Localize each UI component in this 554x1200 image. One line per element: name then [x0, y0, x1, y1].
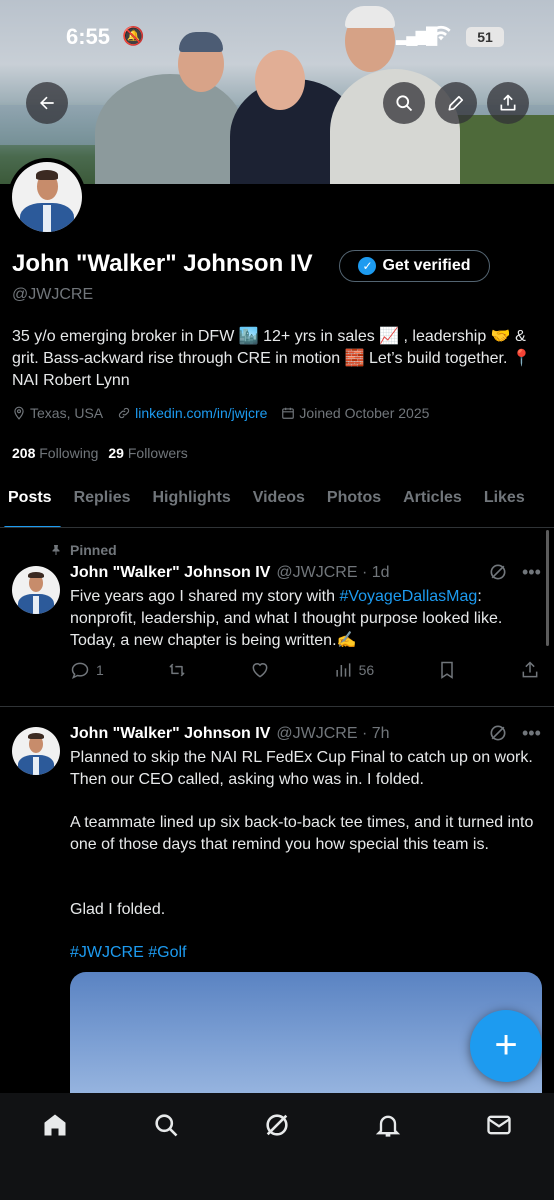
silent-bell-icon: 🔕: [122, 26, 145, 46]
bottom-navigation: [0, 1093, 554, 1200]
pin-icon: [52, 545, 60, 555]
calendar-icon: [282, 407, 295, 419]
share-icon: [522, 661, 538, 678]
pinned-indicator: Pinned: [50, 542, 117, 558]
more-options-icon[interactable]: •••: [522, 562, 541, 583]
tab-videos[interactable]: Videos: [242, 480, 316, 527]
wifi-icon: [430, 24, 452, 48]
grok-icon[interactable]: [488, 723, 508, 748]
post-paragraph-1: Planned to skip the NAI RL FedEx Cup Fin…: [70, 749, 533, 788]
location-item: Texas, USA: [12, 405, 103, 421]
following-count: 208: [12, 445, 36, 461]
like-button[interactable]: [250, 660, 270, 680]
post-text: Five years ago I shared my story with #V…: [70, 586, 540, 652]
website-item[interactable]: linkedin.com/in/jwjcre: [117, 405, 267, 421]
nav-search[interactable]: [144, 1111, 188, 1155]
post-paragraph-2: A teammate lined up six back-to-back tee…: [70, 814, 534, 853]
views-chart-icon: [335, 663, 350, 677]
profile-handle: @JWJCRE: [12, 286, 94, 303]
website-link[interactable]: linkedin.com/in/jwjcre: [135, 405, 267, 421]
hashtag-link[interactable]: #VoyageDallasMag: [339, 588, 477, 605]
status-time: 6:55: [66, 24, 111, 49]
heart-icon: [252, 663, 268, 678]
banner-person-1: [95, 74, 245, 184]
post-header: John "Walker" Johnson IV @JWJCRE · 7h: [70, 725, 390, 743]
search-icon: [396, 95, 413, 112]
get-verified-label: Get verified: [382, 257, 471, 274]
battery-indicator: 51: [466, 27, 504, 47]
tab-articles[interactable]: Articles: [392, 480, 473, 527]
tab-highlights[interactable]: Highlights: [142, 480, 242, 527]
home-icon: [44, 1114, 66, 1136]
following-link[interactable]: 208 Following: [12, 445, 98, 461]
post-author-name[interactable]: John "Walker" Johnson IV: [70, 564, 270, 582]
location-pin-icon: [14, 406, 24, 420]
search-icon: [155, 1114, 178, 1137]
mail-icon: [486, 1115, 511, 1135]
nav-notifications[interactable]: [366, 1111, 410, 1155]
back-button[interactable]: [26, 82, 68, 124]
bookmark-icon: [441, 661, 453, 679]
edit-button[interactable]: [435, 82, 477, 124]
post-header: John "Walker" Johnson IV @JWJCRE · 1d: [70, 564, 390, 582]
tab-photos[interactable]: Photos: [316, 480, 392, 527]
bookmark-button[interactable]: [437, 660, 457, 680]
post-handle-time[interactable]: @JWJCRE · 7h: [276, 725, 389, 743]
post-pinned[interactable]: Pinned John "Walker" Johnson IV @JWJCRE …: [0, 528, 554, 706]
location-text: Texas, USA: [30, 405, 104, 421]
followers-link[interactable]: 29 Followers: [108, 445, 187, 461]
views-button[interactable]: 56: [333, 660, 375, 680]
profile-meta: Texas, USA linkedin.com/in/jwjcre Joined…: [12, 405, 429, 421]
post-actions: 1 56: [70, 660, 540, 680]
share-post-button[interactable]: [520, 660, 540, 680]
verified-check-icon: ✓: [358, 257, 377, 275]
post-handle-time[interactable]: @JWJCRE · 1d: [276, 564, 389, 582]
reply-icon: [71, 662, 89, 679]
post-paragraph-3: Glad I folded.: [70, 901, 166, 918]
search-button[interactable]: [383, 82, 425, 124]
bell-icon: [375, 1115, 400, 1137]
compose-button[interactable]: +: [470, 1010, 542, 1082]
profile-avatar[interactable]: [8, 158, 86, 236]
status-bar: 6:55 🔕 ▂▄▆█ 51: [0, 24, 554, 54]
grok-icon[interactable]: [488, 562, 508, 587]
tab-posts[interactable]: Posts: [0, 480, 63, 527]
banner-head-2: [255, 50, 305, 110]
tab-replies[interactable]: Replies: [63, 480, 142, 527]
post-avatar[interactable]: [12, 566, 60, 614]
nav-grok[interactable]: [255, 1111, 299, 1155]
nav-home[interactable]: [33, 1111, 77, 1155]
reply-button[interactable]: 1: [70, 660, 104, 680]
tab-likes[interactable]: Likes: [473, 480, 536, 527]
share-icon: [500, 94, 516, 111]
follow-counts: 208 Following 29 Followers: [12, 445, 188, 461]
repost-icon: [169, 663, 185, 677]
share-button[interactable]: [487, 82, 529, 124]
grok-icon: [266, 1114, 288, 1136]
joined-text: Joined October 2025: [299, 405, 430, 421]
post-author-name[interactable]: John "Walker" Johnson IV: [70, 725, 270, 743]
arrow-left-icon: [40, 96, 54, 110]
link-icon: [119, 407, 130, 419]
reply-count: 1: [96, 662, 104, 678]
pencil-icon: [448, 95, 464, 111]
pinned-label: Pinned: [70, 542, 117, 558]
nav-messages[interactable]: [477, 1111, 521, 1155]
get-verified-button[interactable]: ✓ Get verified: [339, 250, 490, 282]
repost-button[interactable]: [167, 660, 187, 680]
profile-bio: 35 y/o emerging broker in DFW 🏙️ 12+ yrs…: [12, 328, 532, 389]
post-text-part-1: Five years ago I shared my story with: [70, 588, 340, 605]
more-options-icon[interactable]: •••: [522, 723, 541, 744]
post-avatar[interactable]: [12, 727, 60, 775]
views-count: 56: [358, 662, 375, 678]
profile-tabs: Posts Replies Highlights Videos Photos A…: [0, 480, 554, 528]
following-label: Following: [39, 445, 99, 461]
followers-count: 29: [108, 445, 124, 461]
profile-name: John "Walker" Johnson IV: [12, 250, 313, 277]
followers-label: Followers: [127, 445, 188, 461]
post-hashtags[interactable]: #JWJCRE #Golf: [70, 942, 540, 964]
joined-item: Joined October 2025: [281, 405, 429, 421]
